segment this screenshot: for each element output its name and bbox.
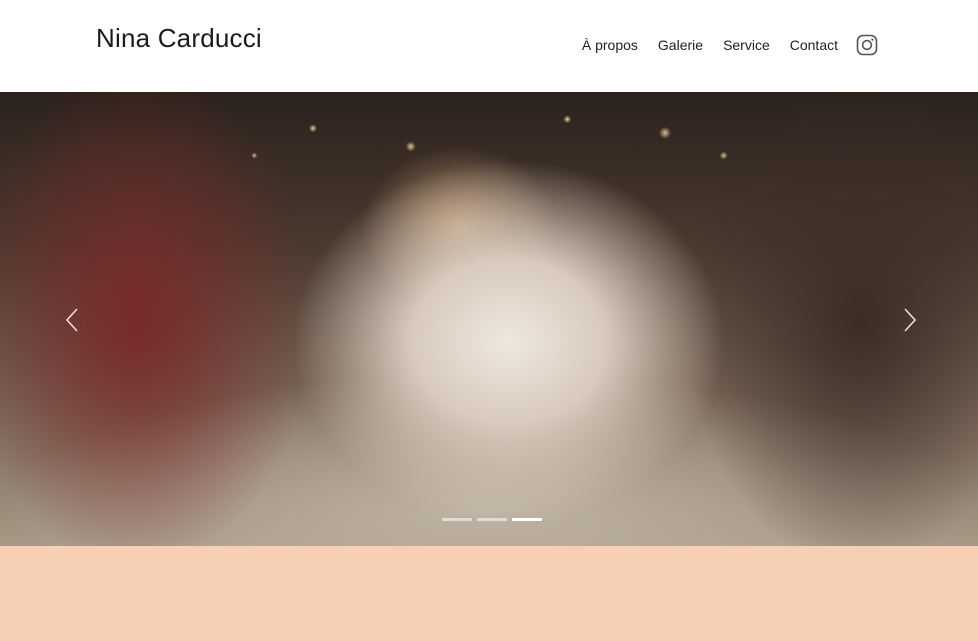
nav-link-service[interactable]: Service <box>723 36 770 54</box>
hero-carousel <box>0 92 978 546</box>
carousel-slide-image <box>0 92 978 546</box>
nav-link-a-propos[interactable]: À propos <box>582 36 638 54</box>
main-nav: À propos Galerie Service Contact <box>582 34 878 56</box>
chevron-left-icon[interactable] <box>62 306 84 334</box>
carousel-indicator-1[interactable] <box>442 518 472 521</box>
nav-link-contact[interactable]: Contact <box>790 36 838 54</box>
site-header: Nina Carducci À propos Galerie Service C… <box>0 0 978 92</box>
peach-section <box>0 546 978 641</box>
nav-link-galerie[interactable]: Galerie <box>658 36 703 54</box>
site-title[interactable]: Nina Carducci <box>96 23 262 54</box>
carousel-indicators <box>442 518 547 521</box>
chevron-right-icon[interactable] <box>898 306 920 334</box>
carousel-indicator-2[interactable] <box>477 518 507 521</box>
carousel-indicator-3[interactable] <box>512 518 542 521</box>
instagram-icon[interactable] <box>856 34 878 56</box>
